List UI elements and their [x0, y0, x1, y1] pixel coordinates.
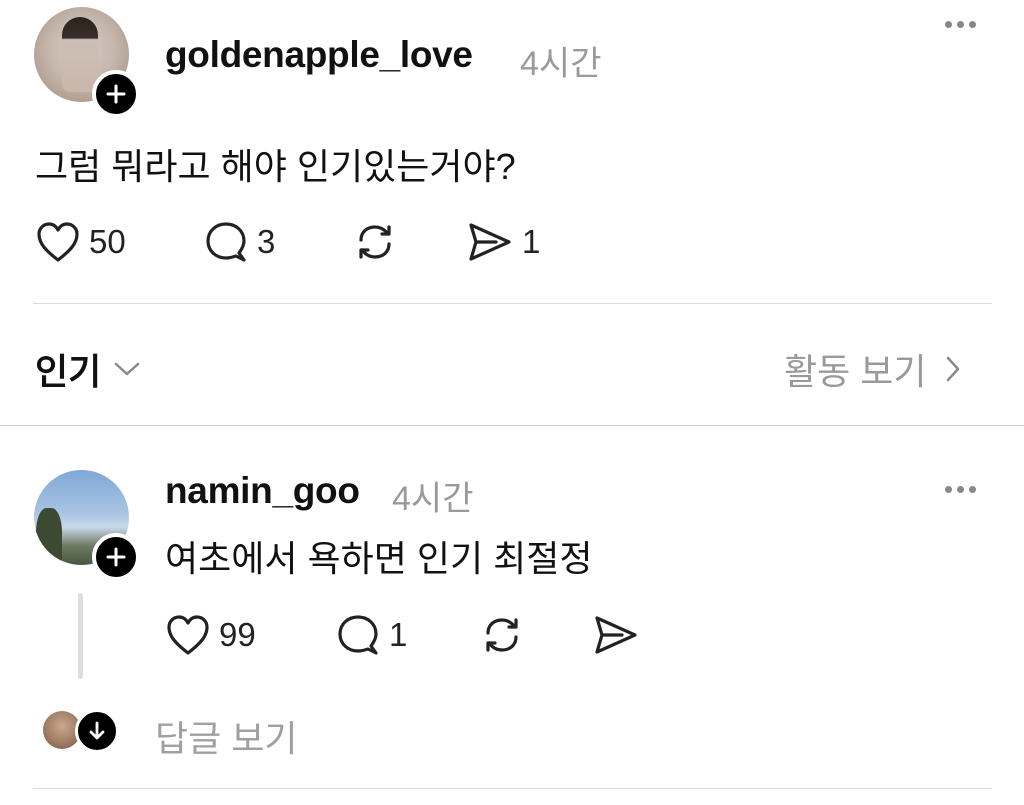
plus-icon — [106, 84, 126, 104]
share-button[interactable]: 1 — [466, 220, 540, 264]
more-icon[interactable] — [945, 486, 976, 493]
post-text: 그럼 뭐라고 해야 인기있는거야? — [35, 146, 516, 187]
sort-dropdown[interactable]: 인기 — [35, 343, 141, 395]
follow-button[interactable] — [92, 70, 140, 118]
username[interactable]: goldenapple_love — [165, 34, 473, 76]
chevron-down-icon — [115, 362, 140, 376]
repost-button[interactable] — [351, 220, 399, 264]
comment-button[interactable]: 3 — [203, 220, 275, 264]
like-count: 99 — [219, 616, 256, 653]
expand-replies-button[interactable] — [75, 709, 119, 753]
username[interactable]: namin_goo — [165, 470, 360, 512]
heart-icon — [167, 615, 209, 655]
share-icon — [595, 616, 637, 654]
follow-button[interactable] — [92, 533, 140, 581]
comment-icon — [206, 222, 246, 262]
timestamp: 4시간 — [392, 480, 474, 518]
repost-icon — [359, 225, 391, 259]
timestamp: 4시간 — [520, 45, 602, 83]
more-icon[interactable] — [945, 21, 976, 28]
comment-count: 1 — [389, 616, 408, 653]
comment-button[interactable]: 1 — [335, 613, 407, 657]
arrow-down-icon — [89, 721, 105, 740]
heart-icon — [37, 222, 79, 262]
like-count: 50 — [89, 223, 126, 260]
sort-label: 인기 — [35, 351, 102, 392]
thread-line — [78, 593, 83, 679]
comment-count: 3 — [257, 223, 276, 260]
plus-icon — [106, 547, 126, 567]
comment-icon — [338, 615, 378, 655]
like-button[interactable]: 50 — [35, 220, 126, 264]
repost-icon — [486, 618, 518, 652]
chevron-right-icon — [947, 356, 960, 382]
repost-button[interactable] — [478, 613, 526, 657]
share-button[interactable] — [592, 613, 640, 657]
divider — [33, 788, 992, 789]
view-activity-label: 활동 보기 — [784, 351, 927, 392]
share-icon — [469, 223, 511, 261]
reply-text: 여초에서 욕하면 인기 최절정 — [165, 538, 593, 579]
share-count: 1 — [522, 223, 541, 260]
divider — [33, 303, 992, 304]
view-replies-link[interactable]: 답글 보기 — [155, 710, 297, 762]
view-activity-link[interactable]: 활동 보기 — [784, 343, 962, 395]
like-button[interactable]: 99 — [165, 613, 256, 657]
section-divider — [0, 425, 1024, 426]
